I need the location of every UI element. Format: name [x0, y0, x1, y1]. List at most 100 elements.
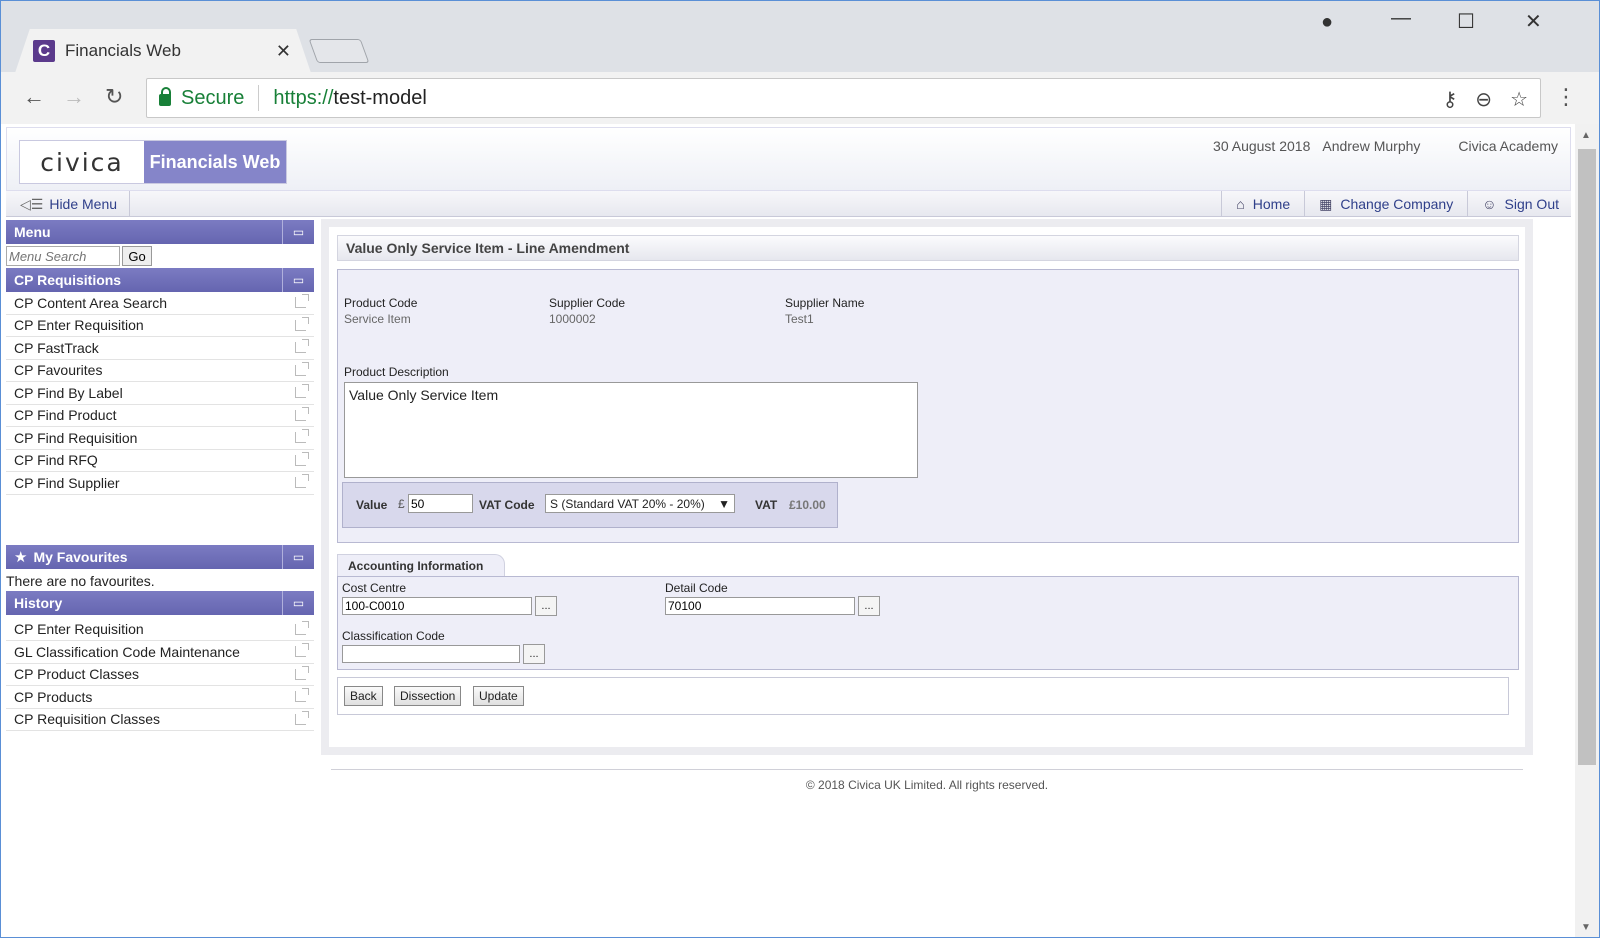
- favourites-panel-toggle-icon[interactable]: ▭: [282, 544, 314, 569]
- requisition-menu-item[interactable]: CP Find Product: [6, 405, 314, 427]
- footer-divider: [331, 769, 1523, 770]
- requisition-menu-item[interactable]: CP Find By Label: [6, 382, 314, 405]
- requisition-menu-item[interactable]: CP FastTrack: [6, 337, 314, 360]
- update-button[interactable]: Update: [473, 686, 524, 706]
- history-menu-item-label: GL Classification Code Maintenance: [14, 643, 240, 660]
- star-icon: ★: [14, 548, 28, 566]
- menu-search-go-button[interactable]: Go: [122, 246, 152, 266]
- close-tab-icon[interactable]: ✕: [276, 41, 291, 62]
- sign-out-link[interactable]: ☺ Sign Out: [1467, 191, 1571, 217]
- value-input[interactable]: [408, 494, 473, 513]
- requisition-menu-item[interactable]: CP Content Area Search: [6, 292, 314, 315]
- open-in-new-icon[interactable]: [295, 429, 309, 443]
- history-menu-item[interactable]: CP Product Classes: [6, 664, 314, 686]
- browser-toolbar: ← → ↻ Secure https://test-model ⚷ ⊖ ☆ ⋮: [0, 72, 1600, 124]
- app-header: civica Financials Web 30 August 2018 And…: [6, 127, 1571, 191]
- open-in-new-icon[interactable]: [295, 294, 309, 308]
- back-icon[interactable]: ←: [23, 84, 45, 110]
- hide-menu-button[interactable]: ◁☰ Hide Menu: [6, 191, 130, 217]
- cost-centre-input[interactable]: [342, 597, 532, 615]
- key-icon[interactable]: ⚷: [1443, 87, 1458, 112]
- close-window-icon[interactable]: ✕: [1525, 9, 1542, 34]
- change-company-label: Change Company: [1340, 196, 1454, 212]
- history-menu-item-label: CP Products: [14, 688, 93, 705]
- open-in-new-icon[interactable]: [295, 665, 309, 680]
- detail-code-input[interactable]: [665, 597, 855, 615]
- scrollbar-thumb[interactable]: [1578, 149, 1596, 765]
- open-in-new-icon[interactable]: [295, 710, 309, 725]
- cost-centre-lookup-button[interactable]: ...: [535, 596, 557, 616]
- dissection-button[interactable]: Dissection: [394, 686, 462, 706]
- back-button[interactable]: Back: [344, 686, 383, 706]
- accounting-information-tab[interactable]: Accounting Information: [337, 554, 505, 576]
- open-in-new-icon[interactable]: [295, 361, 309, 376]
- open-in-new-icon[interactable]: [295, 474, 309, 488]
- supplier-name-value: Test1: [785, 312, 814, 326]
- requisitions-panel-toggle-icon[interactable]: ▭: [282, 268, 314, 292]
- product-description-textarea[interactable]: Value Only Service Item: [344, 382, 918, 478]
- scroll-down-icon[interactable]: ▼: [1581, 922, 1591, 933]
- classification-code-lookup-button[interactable]: ...: [523, 644, 545, 664]
- account-icon[interactable]: ●: [1321, 11, 1333, 34]
- requisition-menu-item-label: CP Find Requisition: [14, 429, 138, 446]
- open-in-new-icon[interactable]: [295, 339, 309, 353]
- requisition-menu-item[interactable]: CP Find Supplier: [6, 472, 314, 495]
- header-date: 30 August 2018: [1213, 138, 1311, 154]
- menu-panel-toggle-icon[interactable]: ▭: [282, 220, 314, 244]
- change-company-link[interactable]: ▦ Change Company: [1304, 191, 1467, 217]
- classification-code-input[interactable]: [342, 645, 520, 663]
- open-in-new-icon[interactable]: [295, 620, 309, 635]
- history-panel-toggle-icon[interactable]: ▭: [282, 590, 314, 615]
- history-menu-item[interactable]: CP Requisition Classes: [6, 709, 314, 731]
- open-in-new-icon[interactable]: [295, 406, 309, 421]
- history-menu-item-label: CP Enter Requisition: [14, 621, 144, 638]
- requisition-menu-item[interactable]: CP Favourites: [6, 360, 314, 382]
- no-favourites-text: There are no favourites.: [6, 572, 155, 589]
- action-buttons-panel: Back Dissection Update: [337, 677, 1509, 715]
- product-details-panel: Product Code Service Item Supplier Code …: [337, 269, 1519, 543]
- minimize-icon[interactable]: —: [1391, 7, 1411, 30]
- history-menu-item[interactable]: GL Classification Code Maintenance: [6, 641, 314, 664]
- history-menu-item[interactable]: CP Enter Requisition: [6, 619, 314, 641]
- history-title: History: [14, 594, 63, 611]
- vat-code-select[interactable]: S (Standard VAT 20% - 20%) ▼: [545, 494, 735, 513]
- star-icon[interactable]: ☆: [1510, 87, 1528, 112]
- open-in-new-icon[interactable]: [295, 316, 309, 331]
- hide-menu-icon: ◁☰: [20, 195, 44, 212]
- tab-title: Financials Web: [65, 41, 181, 60]
- open-in-new-icon[interactable]: [295, 451, 309, 466]
- open-in-new-icon[interactable]: [295, 384, 309, 398]
- requisition-menu-item[interactable]: CP Enter Requisition: [6, 315, 314, 337]
- new-tab-button[interactable]: [308, 39, 370, 63]
- maximize-icon[interactable]: ☐: [1457, 9, 1475, 34]
- address-bar[interactable]: Secure https://test-model ⚷ ⊖ ☆: [146, 78, 1541, 118]
- menu-kebab-icon[interactable]: ⋮: [1555, 84, 1577, 110]
- requisition-menu-item[interactable]: CP Find Requisition: [6, 427, 314, 450]
- currency-symbol: £: [398, 497, 405, 511]
- open-in-new-icon[interactable]: [295, 688, 309, 702]
- forward-icon[interactable]: →: [63, 84, 85, 110]
- open-in-new-icon[interactable]: [295, 643, 309, 657]
- requisition-menu-item-label: CP FastTrack: [14, 339, 99, 356]
- vat-code-selected: S (Standard VAT 20% - 20%): [550, 496, 705, 511]
- logo[interactable]: civica Financials Web: [19, 140, 287, 184]
- detail-code-lookup-button[interactable]: ...: [858, 596, 880, 616]
- requisition-menu-item[interactable]: CP Find RFQ: [6, 450, 314, 472]
- zoom-icon[interactable]: ⊖: [1475, 87, 1492, 112]
- vat-label: VAT: [755, 498, 778, 512]
- history-menu-item-label: CP Requisition Classes: [14, 711, 161, 728]
- supplier-code-value: 1000002: [549, 312, 596, 326]
- secure-label: Secure: [181, 86, 245, 109]
- vat-amount: £10.00: [789, 498, 826, 512]
- civica-logo: civica: [20, 141, 144, 183]
- menu-panel-header: Menu ▭: [6, 220, 314, 244]
- user-sign-out-icon: ☺: [1482, 196, 1497, 212]
- reload-icon[interactable]: ↻: [105, 84, 123, 110]
- product-description-label: Product Description: [344, 365, 449, 379]
- scroll-up-icon[interactable]: ▲: [1581, 130, 1591, 141]
- history-menu-item[interactable]: CP Products: [6, 686, 314, 709]
- home-link[interactable]: ⌂ Home: [1221, 191, 1304, 217]
- menu-search-input[interactable]: [6, 246, 120, 266]
- page-scrollbar[interactable]: ▲ ▼: [1575, 124, 1599, 937]
- home-icon: ⌂: [1236, 196, 1245, 212]
